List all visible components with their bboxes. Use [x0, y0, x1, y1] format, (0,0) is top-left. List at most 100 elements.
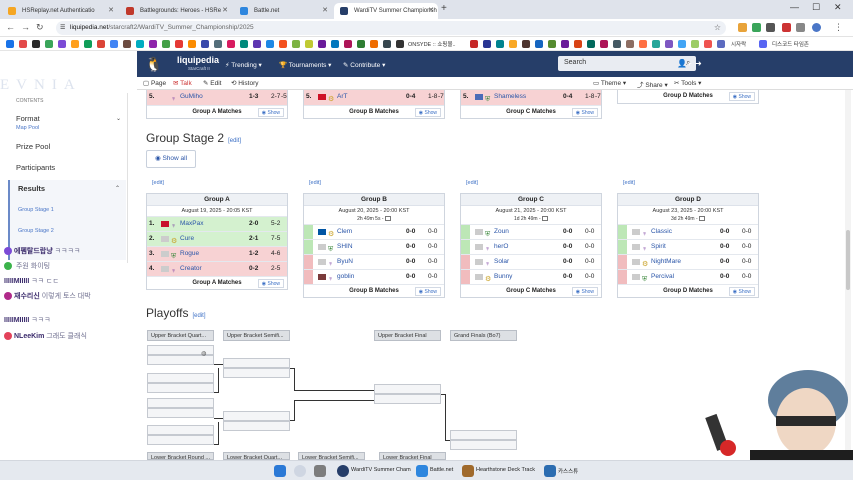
bracket-slot[interactable]	[147, 373, 214, 383]
bookmark-icon[interactable]	[396, 40, 404, 48]
bookmark-icon[interactable]	[535, 40, 543, 48]
bookmark-label[interactable]: 시자락	[731, 40, 746, 48]
talk-tab[interactable]: ✉ Talk	[173, 79, 192, 87]
bracket-slot[interactable]	[374, 394, 441, 404]
share-menu[interactable]: ⤴ Share ▾	[637, 79, 668, 89]
bookmark-icon[interactable]	[188, 40, 196, 48]
player-name[interactable]: NightMare	[651, 255, 681, 269]
bookmark-icon[interactable]	[123, 40, 131, 48]
taskbar-item-label[interactable]: Hearthstone Deck Track	[476, 467, 535, 473]
bookmark-icon[interactable]	[522, 40, 530, 48]
bracket-slot[interactable]	[147, 425, 214, 435]
player-name[interactable]: Shameless	[494, 90, 526, 104]
menu-tournaments[interactable]: 🏆 Tournaments ▾	[279, 61, 331, 69]
bookmark-icon[interactable]	[717, 40, 725, 48]
bracket-slot[interactable]	[147, 435, 214, 445]
player-name[interactable]: ArT	[337, 90, 347, 104]
close-icon[interactable]: ✕	[108, 3, 114, 19]
edit-link[interactable]: [edit]	[623, 180, 635, 186]
bookmark-icon[interactable]	[32, 40, 40, 48]
bracket-slot[interactable]	[223, 421, 290, 431]
bookmark-icon[interactable]	[587, 40, 595, 48]
show-button[interactable]: ◉ Show	[414, 108, 441, 117]
show-button[interactable]: ◉ Show	[257, 279, 284, 288]
forward-icon[interactable]: →	[21, 22, 30, 32]
brand-name[interactable]: liquipedia	[177, 55, 219, 65]
windows-start-icon[interactable]	[274, 465, 286, 477]
show-all-button[interactable]: ◉ Show all	[146, 150, 196, 168]
edit-tab[interactable]: ✎ Edit	[203, 79, 221, 87]
bookmark-icon[interactable]	[71, 40, 79, 48]
scrollbar-thumb[interactable]	[846, 230, 850, 290]
bookmark-icon[interactable]	[665, 40, 673, 48]
bracket-slot[interactable]	[450, 440, 517, 450]
bracket-slot[interactable]	[147, 398, 214, 408]
history-tab[interactable]: ⟲ History	[231, 79, 259, 87]
bookmark-icon[interactable]	[496, 40, 504, 48]
chevron-down-icon[interactable]: ⌄	[116, 115, 121, 122]
url-input[interactable]: ☰ liquipedia.net/starcraft2/WardiTV_Summ…	[56, 21, 726, 35]
menu-trending[interactable]: ⚡ Trending ▾	[225, 61, 262, 69]
add-user-icon[interactable]: 👤+	[677, 59, 692, 68]
bookmark-icon[interactable]	[45, 40, 53, 48]
close-icon[interactable]: ✕	[222, 3, 228, 19]
discord-icon[interactable]	[759, 40, 767, 48]
bookmark-icon[interactable]	[652, 40, 660, 48]
bookmark-icon[interactable]	[58, 40, 66, 48]
bookmark-icon[interactable]	[331, 40, 339, 48]
bookmark-icon[interactable]	[305, 40, 313, 48]
bookmark-icon[interactable]	[292, 40, 300, 48]
bookmark-icon[interactable]	[6, 40, 14, 48]
maximize-icon[interactable]: ☐	[812, 2, 820, 13]
bookmark-icon[interactable]	[240, 40, 248, 48]
bookmark-icon[interactable]	[357, 40, 365, 48]
bookmark-icon[interactable]	[136, 40, 144, 48]
browser-tab[interactable]: Battlegrounds: Heroes - HSRe ✕	[120, 3, 232, 19]
player-name[interactable]: Classic	[651, 225, 672, 239]
taskbar-item-label[interactable]: WardiTV Summer Cham	[351, 467, 411, 473]
bookmark-icon[interactable]	[214, 40, 222, 48]
bookmark-icon[interactable]	[704, 40, 712, 48]
hearthstone-tracker-icon[interactable]	[462, 465, 474, 477]
bracket-slot[interactable]	[147, 408, 214, 418]
player-name[interactable]: Zoun	[494, 225, 509, 239]
bookmark-icon[interactable]	[227, 40, 235, 48]
extension-icon[interactable]	[738, 23, 747, 32]
edit-link[interactable]: [edit]	[466, 180, 478, 186]
app-icon[interactable]	[544, 465, 556, 477]
extension-icon[interactable]	[752, 23, 761, 32]
bracket-slot[interactable]	[147, 383, 214, 393]
bookmark-icon[interactable]	[162, 40, 170, 48]
new-tab-icon[interactable]: +	[441, 3, 447, 14]
chrome-icon[interactable]	[337, 465, 349, 477]
bookmark-icon[interactable]	[483, 40, 491, 48]
close-icon[interactable]: ✕	[322, 3, 328, 19]
player-name[interactable]: Spirit	[651, 240, 666, 254]
taskbar-item-label[interactable]: Battle.net	[430, 467, 453, 473]
bookmark-icon[interactable]	[639, 40, 647, 48]
bookmark-icon[interactable]	[470, 40, 478, 48]
browser-menu-icon[interactable]: ⋮	[834, 22, 843, 33]
search-input[interactable]: Search ⌕	[558, 56, 696, 71]
extension-icon[interactable]	[766, 23, 775, 32]
browser-tab[interactable]: HSReplay.net Authenticatio ✕	[2, 3, 118, 19]
player-name[interactable]: SHIN	[337, 240, 353, 254]
player-name[interactable]: Bunny	[494, 270, 512, 284]
player-name[interactable]: Cure	[180, 232, 194, 246]
player-name[interactable]: Solar	[494, 255, 509, 269]
bookmark-icon[interactable]	[201, 40, 209, 48]
bookmark-icon[interactable]	[19, 40, 27, 48]
player-name[interactable]: Percival	[651, 270, 674, 284]
toc-item-format[interactable]: Format	[16, 114, 40, 123]
profile-avatar-icon[interactable]	[812, 23, 821, 32]
toc-item-map-pool[interactable]: Map Pool	[16, 125, 39, 131]
toc-item-group-stage-1[interactable]: Group Stage 1	[18, 207, 54, 213]
page-tab[interactable]: ▢ Page	[143, 79, 166, 87]
player-name[interactable]: Clem	[337, 225, 352, 239]
toc-item-participants[interactable]: Participants	[16, 163, 55, 172]
toc-item-results[interactable]: Results	[18, 184, 45, 193]
bookmark-icon[interactable]	[149, 40, 157, 48]
show-button[interactable]: ◉ Show	[257, 108, 284, 117]
stream-icon[interactable]	[699, 216, 706, 222]
show-button[interactable]: ◉ Show	[571, 108, 598, 117]
